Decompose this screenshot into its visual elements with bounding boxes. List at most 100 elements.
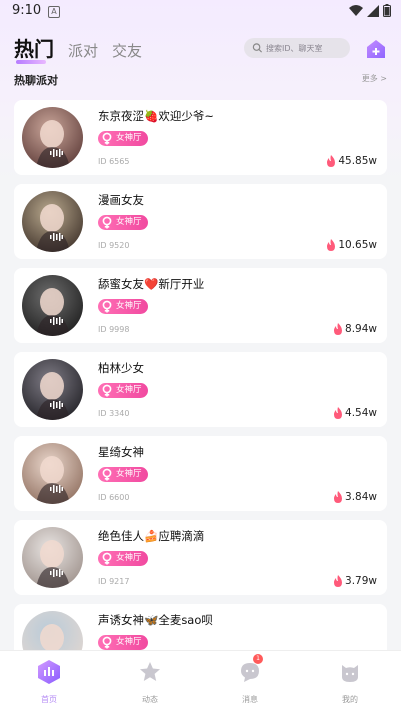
room-tag-badge: 女神厅 (98, 467, 148, 482)
fire-icon (327, 239, 336, 251)
female-icon (102, 300, 112, 313)
search-input[interactable] (263, 43, 350, 53)
room-tag-badge: 女神厅 (98, 299, 148, 314)
room-card[interactable]: 柏林少女 女神厅 ID 3340 4.54w (14, 352, 387, 427)
star-icon (140, 662, 160, 681)
fire-icon (334, 323, 343, 335)
room-tag-label: 女神厅 (116, 553, 142, 563)
room-tag-label: 女神厅 (116, 385, 142, 395)
room-tag-badge: 女神厅 (98, 383, 148, 398)
tab-hot[interactable]: 热门 (14, 36, 54, 64)
room-card[interactable]: 漫画女友 女神厅 ID 9520 10.65w (14, 184, 387, 259)
heat-value: 3.79w (345, 575, 377, 587)
room-avatar (22, 191, 83, 252)
more-link[interactable]: 更多 > (362, 73, 387, 84)
room-heat: 45.85w (326, 155, 377, 167)
room-name: 柏林少女 (98, 361, 144, 375)
home-icon (38, 660, 60, 684)
room-card[interactable]: 绝色佳人🍰应聘滴滴 女神厅 ID 9217 3.79w (14, 520, 387, 595)
sound-wave-icon (50, 233, 63, 241)
room-id: ID 9217 (98, 577, 130, 586)
notification-icon: A (48, 6, 60, 18)
room-list: 东京夜涩🍓欢迎少爷~ 女神厅 ID 6565 45.85w 漫画女友 女神厅 I… (14, 100, 387, 688)
heat-value: 45.85w (338, 155, 377, 167)
create-room-icon[interactable] (365, 38, 387, 60)
room-tag-badge: 女神厅 (98, 215, 148, 230)
room-heat: 3.79w (333, 575, 377, 587)
fire-icon (334, 407, 343, 419)
room-tag-badge: 女神厅 (98, 131, 148, 146)
room-name: 东京夜涩🍓欢迎少爷~ (98, 109, 214, 123)
room-avatar (22, 107, 83, 168)
female-icon (102, 552, 112, 565)
room-tag-badge: 女神厅 (98, 635, 148, 650)
sound-wave-icon (50, 149, 63, 157)
room-name: 声诱女神🦋全麦sao呗 (98, 613, 213, 627)
room-card[interactable]: 舔蜜女友❤️新厅开业 女神厅 ID 9998 8.94w (14, 268, 387, 343)
female-icon (102, 636, 112, 649)
room-tag-badge: 女神厅 (98, 551, 148, 566)
fire-icon (334, 575, 343, 587)
room-id: ID 3340 (98, 409, 130, 418)
fire-icon (334, 491, 343, 503)
search-bar[interactable] (244, 38, 350, 58)
room-avatar (22, 359, 83, 420)
room-tag-label: 女神厅 (116, 301, 142, 311)
room-name: 舔蜜女友❤️新厅开业 (98, 277, 205, 291)
room-tag-label: 女神厅 (116, 217, 142, 227)
room-avatar (22, 443, 83, 504)
nav-moments-label: 动态 (142, 695, 158, 704)
room-card[interactable]: 星绮女神 女神厅 ID 6600 3.84w (14, 436, 387, 511)
room-tag-label: 女神厅 (116, 469, 142, 479)
bottom-nav: 首页 动态 1 消息 我的 (0, 650, 401, 713)
nav-home-label: 首页 (41, 695, 57, 704)
room-tag-label: 女神厅 (116, 133, 142, 143)
sound-wave-icon (50, 569, 63, 577)
room-heat: 8.94w (333, 323, 377, 335)
room-heat: 4.54w (333, 407, 377, 419)
heat-value: 3.84w (345, 491, 377, 503)
sound-wave-icon (50, 485, 63, 493)
room-card[interactable]: 东京夜涩🍓欢迎少爷~ 女神厅 ID 6565 45.85w (14, 100, 387, 175)
section-title: 热聊派对 (14, 74, 58, 87)
battery-icon (383, 4, 391, 17)
search-icon (252, 43, 263, 53)
profile-icon (342, 665, 358, 682)
room-name: 绝色佳人🍰应聘滴滴 (98, 529, 205, 543)
heat-value: 4.54w (345, 407, 377, 419)
nav-profile[interactable]: 我的 (320, 659, 380, 705)
female-icon (102, 468, 112, 481)
signal-icon (367, 4, 379, 17)
nav-home[interactable]: 首页 (19, 659, 79, 705)
fire-icon (327, 155, 336, 167)
status-time: 9:10 (12, 3, 42, 18)
nav-moments[interactable]: 动态 (120, 659, 180, 705)
female-icon (102, 384, 112, 397)
room-id: ID 6565 (98, 157, 130, 166)
room-id: ID 9998 (98, 325, 130, 334)
room-id: ID 9520 (98, 241, 130, 250)
wifi-icon (349, 4, 363, 16)
female-icon (102, 216, 112, 229)
nav-profile-label: 我的 (342, 695, 358, 704)
top-tabs: 热门 派对 交友 (14, 36, 156, 64)
room-avatar (22, 527, 83, 588)
sound-wave-icon (50, 401, 63, 409)
female-icon (102, 132, 112, 145)
room-heat: 3.84w (333, 491, 377, 503)
status-bar: 9:10 A (0, 0, 401, 24)
room-name: 星绮女神 (98, 445, 144, 459)
room-heat: 10.65w (326, 239, 377, 251)
message-badge: 1 (253, 654, 263, 664)
sound-wave-icon (50, 317, 63, 325)
room-id: ID 6600 (98, 493, 130, 502)
room-name: 漫画女友 (98, 193, 144, 207)
tab-party[interactable]: 派对 (68, 40, 98, 62)
heat-value: 10.65w (338, 239, 377, 251)
room-tag-label: 女神厅 (116, 637, 142, 647)
status-icons (349, 4, 391, 17)
nav-messages[interactable]: 1 消息 (220, 654, 280, 705)
nav-messages-label: 消息 (242, 695, 258, 704)
heat-value: 8.94w (345, 323, 377, 335)
tab-friends[interactable]: 交友 (112, 40, 142, 62)
